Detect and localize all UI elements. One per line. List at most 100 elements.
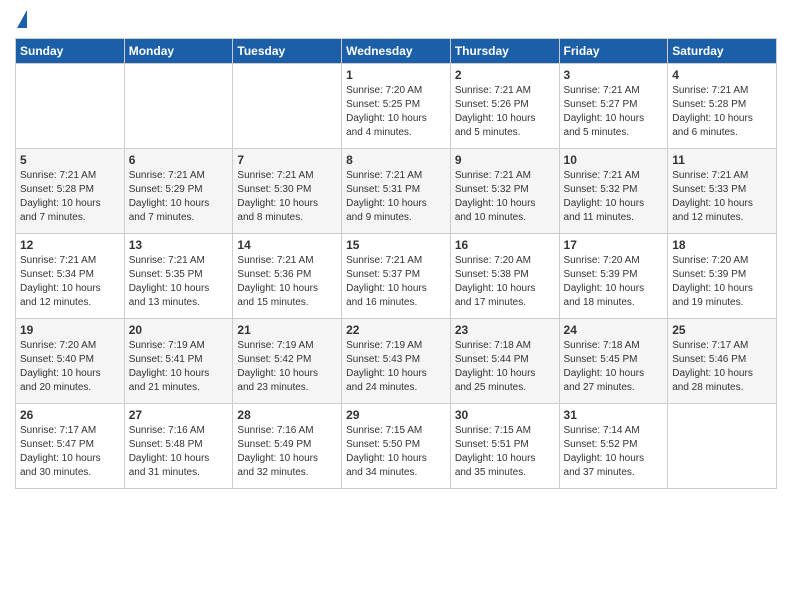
day-info: Sunrise: 7:18 AM Sunset: 5:44 PM Dayligh… — [455, 339, 555, 395]
calendar-cell: 26 Sunrise: 7:17 AM Sunset: 5:47 PM Dayli… — [16, 404, 125, 489]
calendar-cell: 25 Sunrise: 7:17 AM Sunset: 5:46 PM Dayli… — [668, 319, 777, 404]
day-number: 10 — [564, 153, 664, 167]
day-number: 17 — [564, 238, 664, 252]
header — [15, 10, 777, 30]
calendar-cell: 6 Sunrise: 7:21 AM Sunset: 5:29 PM Daylig… — [124, 149, 233, 234]
day-number: 22 — [346, 323, 446, 337]
calendar-week-row: 1 Sunrise: 7:20 AM Sunset: 5:25 PM Daylig… — [16, 64, 777, 149]
calendar-cell: 13 Sunrise: 7:21 AM Sunset: 5:35 PM Dayli… — [124, 234, 233, 319]
day-info: Sunrise: 7:15 AM Sunset: 5:50 PM Dayligh… — [346, 424, 446, 480]
day-number: 7 — [237, 153, 337, 167]
calendar-cell: 10 Sunrise: 7:21 AM Sunset: 5:32 PM Dayli… — [559, 149, 668, 234]
day-number: 12 — [20, 238, 120, 252]
day-number: 4 — [672, 68, 772, 82]
calendar-cell: 12 Sunrise: 7:21 AM Sunset: 5:34 PM Dayli… — [16, 234, 125, 319]
calendar-week-row: 19 Sunrise: 7:20 AM Sunset: 5:40 PM Dayli… — [16, 319, 777, 404]
day-info: Sunrise: 7:20 AM Sunset: 5:40 PM Dayligh… — [20, 339, 120, 395]
calendar-cell: 30 Sunrise: 7:15 AM Sunset: 5:51 PM Dayli… — [450, 404, 559, 489]
calendar-cell: 11 Sunrise: 7:21 AM Sunset: 5:33 PM Dayli… — [668, 149, 777, 234]
day-number: 6 — [129, 153, 229, 167]
calendar-cell: 20 Sunrise: 7:19 AM Sunset: 5:41 PM Dayli… — [124, 319, 233, 404]
calendar-cell: 1 Sunrise: 7:20 AM Sunset: 5:25 PM Daylig… — [342, 64, 451, 149]
day-number: 13 — [129, 238, 229, 252]
day-info: Sunrise: 7:20 AM Sunset: 5:39 PM Dayligh… — [564, 254, 664, 310]
calendar-cell: 16 Sunrise: 7:20 AM Sunset: 5:38 PM Dayli… — [450, 234, 559, 319]
day-number: 9 — [455, 153, 555, 167]
logo-triangle-icon — [17, 10, 27, 28]
calendar-cell: 22 Sunrise: 7:19 AM Sunset: 5:43 PM Dayli… — [342, 319, 451, 404]
day-info: Sunrise: 7:21 AM Sunset: 5:28 PM Dayligh… — [672, 84, 772, 140]
day-info: Sunrise: 7:16 AM Sunset: 5:48 PM Dayligh… — [129, 424, 229, 480]
calendar-cell: 21 Sunrise: 7:19 AM Sunset: 5:42 PM Dayli… — [233, 319, 342, 404]
calendar-cell — [16, 64, 125, 149]
calendar-cell — [233, 64, 342, 149]
calendar-cell: 5Sunrise: 7:21 AM Sunset: 5:28 PM Daylig… — [16, 149, 125, 234]
day-number: 21 — [237, 323, 337, 337]
day-number: 18 — [672, 238, 772, 252]
day-number: 23 — [455, 323, 555, 337]
page-container: SundayMondayTuesdayWednesdayThursdayFrid… — [0, 0, 792, 499]
day-number: 26 — [20, 408, 120, 422]
day-info: Sunrise: 7:14 AM Sunset: 5:52 PM Dayligh… — [564, 424, 664, 480]
day-info: Sunrise: 7:21 AM Sunset: 5:36 PM Dayligh… — [237, 254, 337, 310]
day-info: Sunrise: 7:21 AM Sunset: 5:34 PM Dayligh… — [20, 254, 120, 310]
calendar-cell: 27Sunrise: 7:16 AM Sunset: 5:48 PM Dayli… — [124, 404, 233, 489]
day-info: Sunrise: 7:21 AM Sunset: 5:29 PM Dayligh… — [129, 169, 229, 225]
day-number: 1 — [346, 68, 446, 82]
calendar-week-row: 12 Sunrise: 7:21 AM Sunset: 5:34 PM Dayli… — [16, 234, 777, 319]
calendar-cell: 23 Sunrise: 7:18 AM Sunset: 5:44 PM Dayli… — [450, 319, 559, 404]
day-info: Sunrise: 7:17 AM Sunset: 5:46 PM Dayligh… — [672, 339, 772, 395]
day-number: 20 — [129, 323, 229, 337]
day-info: Sunrise: 7:19 AM Sunset: 5:41 PM Dayligh… — [129, 339, 229, 395]
calendar-cell: 4 Sunrise: 7:21 AM Sunset: 5:28 PM Daylig… — [668, 64, 777, 149]
day-number: 29 — [346, 408, 446, 422]
calendar-week-row: 26 Sunrise: 7:17 AM Sunset: 5:47 PM Dayli… — [16, 404, 777, 489]
calendar-cell: 7 Sunrise: 7:21 AM Sunset: 5:30 PM Daylig… — [233, 149, 342, 234]
calendar-cell — [668, 404, 777, 489]
calendar-cell: 15Sunrise: 7:21 AM Sunset: 5:37 PM Dayli… — [342, 234, 451, 319]
day-number: 25 — [672, 323, 772, 337]
calendar-header-friday: Friday — [559, 39, 668, 64]
day-number: 28 — [237, 408, 337, 422]
day-info: Sunrise: 7:20 AM Sunset: 5:38 PM Dayligh… — [455, 254, 555, 310]
calendar-cell: 3Sunrise: 7:21 AM Sunset: 5:27 PM Daylig… — [559, 64, 668, 149]
day-number: 19 — [20, 323, 120, 337]
day-info: Sunrise: 7:19 AM Sunset: 5:43 PM Dayligh… — [346, 339, 446, 395]
day-info: Sunrise: 7:21 AM Sunset: 5:32 PM Dayligh… — [564, 169, 664, 225]
calendar-header-wednesday: Wednesday — [342, 39, 451, 64]
day-info: Sunrise: 7:15 AM Sunset: 5:51 PM Dayligh… — [455, 424, 555, 480]
calendar-header-thursday: Thursday — [450, 39, 559, 64]
calendar-cell: 29 Sunrise: 7:15 AM Sunset: 5:50 PM Dayli… — [342, 404, 451, 489]
day-info: Sunrise: 7:21 AM Sunset: 5:37 PM Dayligh… — [346, 254, 446, 310]
calendar-header-saturday: Saturday — [668, 39, 777, 64]
day-info: Sunrise: 7:18 AM Sunset: 5:45 PM Dayligh… — [564, 339, 664, 395]
day-info: Sunrise: 7:17 AM Sunset: 5:47 PM Dayligh… — [20, 424, 120, 480]
calendar-cell: 9 Sunrise: 7:21 AM Sunset: 5:32 PM Daylig… — [450, 149, 559, 234]
day-number: 24 — [564, 323, 664, 337]
day-info: Sunrise: 7:21 AM Sunset: 5:33 PM Dayligh… — [672, 169, 772, 225]
day-number: 5 — [20, 153, 120, 167]
day-number: 11 — [672, 153, 772, 167]
day-number: 30 — [455, 408, 555, 422]
day-info: Sunrise: 7:21 AM Sunset: 5:26 PM Dayligh… — [455, 84, 555, 140]
calendar-cell: 28 Sunrise: 7:16 AM Sunset: 5:49 PM Dayli… — [233, 404, 342, 489]
calendar-cell: 19 Sunrise: 7:20 AM Sunset: 5:40 PM Dayli… — [16, 319, 125, 404]
day-number: 31 — [564, 408, 664, 422]
day-info: Sunrise: 7:20 AM Sunset: 5:39 PM Dayligh… — [672, 254, 772, 310]
day-info: Sunrise: 7:21 AM Sunset: 5:35 PM Dayligh… — [129, 254, 229, 310]
calendar-cell: 18 Sunrise: 7:20 AM Sunset: 5:39 PM Dayli… — [668, 234, 777, 319]
day-info: Sunrise: 7:20 AM Sunset: 5:25 PM Dayligh… — [346, 84, 446, 140]
calendar-week-row: 5Sunrise: 7:21 AM Sunset: 5:28 PM Daylig… — [16, 149, 777, 234]
calendar-header-tuesday: Tuesday — [233, 39, 342, 64]
day-info: Sunrise: 7:21 AM Sunset: 5:32 PM Dayligh… — [455, 169, 555, 225]
day-info: Sunrise: 7:16 AM Sunset: 5:49 PM Dayligh… — [237, 424, 337, 480]
calendar-cell: 8Sunrise: 7:21 AM Sunset: 5:31 PM Daylig… — [342, 149, 451, 234]
day-info: Sunrise: 7:19 AM Sunset: 5:42 PM Dayligh… — [237, 339, 337, 395]
day-info: Sunrise: 7:21 AM Sunset: 5:30 PM Dayligh… — [237, 169, 337, 225]
day-number: 2 — [455, 68, 555, 82]
calendar-cell — [124, 64, 233, 149]
calendar-header-monday: Monday — [124, 39, 233, 64]
calendar-cell: 31 Sunrise: 7:14 AM Sunset: 5:52 PM Dayli… — [559, 404, 668, 489]
day-number: 14 — [237, 238, 337, 252]
day-number: 16 — [455, 238, 555, 252]
